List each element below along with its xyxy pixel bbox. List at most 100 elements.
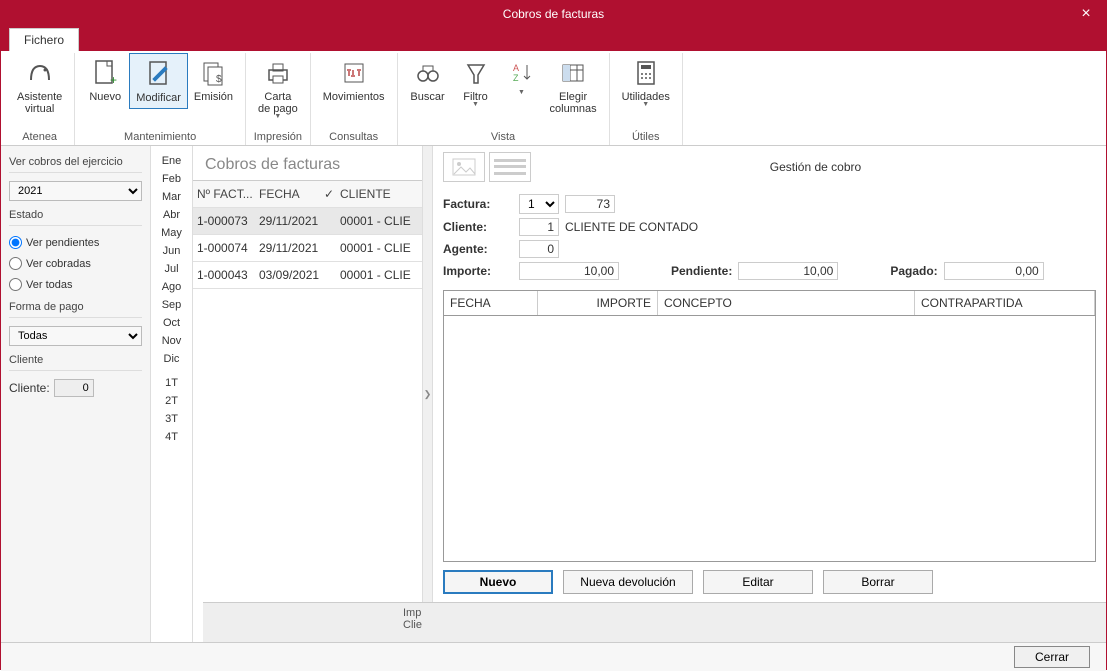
svg-text:A: A (513, 63, 519, 73)
calculator-icon (630, 57, 662, 89)
pcol-concepto[interactable]: CONCEPTO (658, 291, 915, 315)
filter-icon (460, 57, 492, 89)
month-Mar[interactable]: Mar (151, 188, 192, 206)
month-3T[interactable]: 3T (151, 410, 192, 428)
month-2T[interactable]: 2T (151, 392, 192, 410)
assistant-icon (24, 57, 56, 89)
pcol-importe[interactable]: IMPORTE (538, 291, 658, 315)
col-num[interactable]: Nº FACT... (193, 181, 255, 207)
movimientos-button[interactable]: Movimientos (317, 53, 391, 107)
nuevo-label: Nuevo (89, 91, 121, 103)
month-Nov[interactable]: Nov (151, 332, 192, 350)
payments-table: FECHA IMPORTE CONCEPTO CONTRAPARTIDA (443, 290, 1096, 562)
svg-text:$: $ (216, 74, 222, 85)
group-utiles: Útiles (632, 131, 660, 143)
status-l2: Clie (403, 619, 1094, 631)
cliente-num-field: 1 (519, 218, 559, 236)
month-1T[interactable]: 1T (151, 374, 192, 392)
svg-text:+: + (110, 73, 117, 87)
image-placeholder-icon (443, 152, 485, 182)
modificar-button[interactable]: Modificar (129, 53, 188, 109)
cliente-label: Cliente: (9, 381, 50, 395)
asistente-l1: Asistente (17, 91, 62, 103)
pagado-label: Pagado: (890, 264, 937, 278)
month-Ago[interactable]: Ago (151, 278, 192, 296)
nuevo-button[interactable]: + Nuevo (81, 53, 129, 107)
pcol-fecha[interactable]: FECHA (444, 291, 538, 315)
table-row[interactable]: 1-00004303/09/202100001 - CLIE (193, 262, 422, 289)
group-vista: Vista (491, 131, 515, 143)
buscar-label: Buscar (410, 91, 444, 103)
factura-serie-select[interactable]: 1 (519, 194, 559, 214)
asistente-virtual-button[interactable]: Asistentevirtual (11, 53, 68, 119)
borrar-button[interactable]: Borrar (823, 570, 933, 594)
table-row[interactable]: 1-00007329/11/202100001 - CLIE (193, 208, 422, 235)
status-area: Imp Clie (203, 602, 1106, 642)
month-Jun[interactable]: Jun (151, 242, 192, 260)
cols-l2: columnas (550, 103, 597, 115)
cliente-input[interactable] (54, 379, 94, 397)
agente-label: Agente: (443, 242, 513, 256)
month-Sep[interactable]: Sep (151, 296, 192, 314)
tab-fichero[interactable]: Fichero (9, 28, 79, 51)
pcol-contra[interactable]: CONTRAPARTIDA (915, 291, 1095, 315)
month-Jul[interactable]: Jul (151, 260, 192, 278)
footer: Cerrar (1, 642, 1106, 671)
month-Dic[interactable]: Dic (151, 350, 192, 368)
orden-button[interactable]: AZ ▼ (500, 53, 544, 100)
nueva-devolucion-button[interactable]: Nueva devolución (563, 570, 693, 594)
invoice-list-panel: Cobros de facturas Nº FACT... FECHA ✓ CL… (193, 146, 423, 642)
pagado-field: 0,00 (944, 262, 1044, 280)
month-Ene[interactable]: Ene (151, 152, 192, 170)
year-select[interactable]: 2021 (9, 181, 142, 201)
radio-cobradas[interactable]: Ver cobradas (9, 255, 142, 272)
emision-button[interactable]: $ Emisión (188, 53, 239, 107)
table-row[interactable]: 1-00007429/11/202100001 - CLIE (193, 235, 422, 262)
col-check[interactable]: ✓ (320, 181, 336, 207)
carta-l1: Carta (264, 91, 291, 103)
title-bar: Cobros de facturas × (1, 1, 1106, 27)
sort-icon: AZ (506, 57, 538, 89)
agente-num-field: 0 (519, 240, 559, 258)
tab-bar: Fichero (1, 27, 1106, 51)
modificar-label: Modificar (136, 92, 181, 104)
carta-pago-button[interactable]: Cartade pago ▼ (252, 53, 304, 124)
cliente-section-label: Cliente (9, 350, 142, 371)
month-4T[interactable]: 4T (151, 428, 192, 446)
month-Feb[interactable]: Feb (151, 170, 192, 188)
factura-num-field: 73 (565, 195, 615, 213)
month-Oct[interactable]: Oct (151, 314, 192, 332)
buscar-button[interactable]: Buscar (404, 53, 452, 107)
col-fecha[interactable]: FECHA (255, 181, 320, 207)
group-cons: Consultas (329, 131, 378, 143)
utilidades-button[interactable]: Utilidades ▼ (616, 53, 676, 112)
forma-pago-select[interactable]: Todas (9, 326, 142, 346)
asistente-l2: virtual (25, 103, 54, 115)
elegir-columnas-button[interactable]: Elegircolumnas (544, 53, 603, 119)
month-May[interactable]: May (151, 224, 192, 242)
col-cliente[interactable]: CLIENTE (336, 181, 422, 207)
pendiente-label: Pendiente: (671, 264, 732, 278)
pendiente-field: 10,00 (738, 262, 838, 280)
columns-icon (557, 57, 589, 89)
chevron-down-icon: ▼ (518, 89, 525, 96)
radio-todas[interactable]: Ver todas (9, 276, 142, 293)
emision-icon: $ (197, 57, 229, 89)
payments-body (444, 316, 1095, 561)
filtro-button[interactable]: Filtro ▼ (452, 53, 500, 112)
cerrar-button[interactable]: Cerrar (1014, 646, 1090, 668)
importe-field: 10,00 (519, 262, 619, 280)
ribbon: Asistentevirtual Atenea + Nuevo Modifica… (1, 51, 1106, 146)
status-l1: Imp (403, 607, 1094, 619)
nuevo-pago-button[interactable]: Nuevo (443, 570, 553, 594)
editar-button[interactable]: Editar (703, 570, 813, 594)
detail-panel: Gestión de cobro Factura: 1 73 Cliente: … (433, 146, 1106, 642)
window-title: Cobros de facturas (503, 7, 604, 21)
month-Abr[interactable]: Abr (151, 206, 192, 224)
radio-pendientes[interactable]: Ver pendientes (9, 234, 142, 251)
movements-icon (338, 57, 370, 89)
importe-label: Importe: (443, 264, 513, 278)
expander-handle[interactable]: ❯ (423, 146, 433, 642)
close-button[interactable]: × (1066, 1, 1106, 27)
new-doc-icon: + (89, 57, 121, 89)
